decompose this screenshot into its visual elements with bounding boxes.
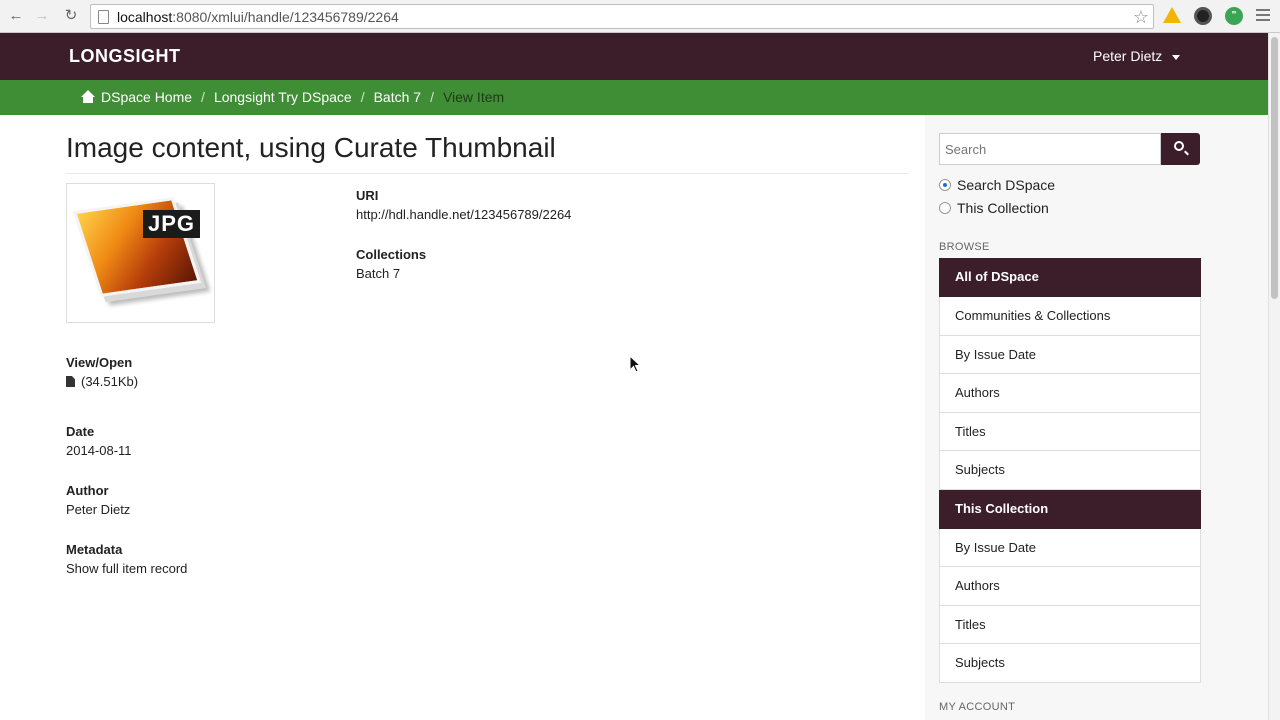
browse-authors[interactable]: Authors <box>939 374 1201 413</box>
full-record-link[interactable]: Show full item record <box>66 561 187 576</box>
view-open-label: View/Open <box>66 355 133 370</box>
browse-all-list: All of DSpace Communities & Collections … <box>939 258 1201 683</box>
my-account-heading: MY ACCOUNT <box>939 701 1016 713</box>
file-icon <box>66 376 75 387</box>
search-input[interactable] <box>939 133 1161 165</box>
collection-titles[interactable]: Titles <box>939 605 1201 644</box>
page-title: Image content, using Curate Thumbnail <box>66 132 556 163</box>
browse-communities-collections[interactable]: Communities & Collections <box>939 297 1201 336</box>
scope-search-dspace[interactable]: Search DSpace <box>939 177 1055 193</box>
hangouts-extension-icon[interactable]: " <box>1225 7 1243 25</box>
uri-label: URI <box>356 188 379 203</box>
browse-all-heading: All of DSpace <box>939 258 1201 297</box>
collection-authors[interactable]: Authors <box>939 567 1201 606</box>
search-button[interactable] <box>1161 133 1200 165</box>
url-host: localhost <box>117 9 173 25</box>
breadcrumb-current: View Item <box>442 89 505 105</box>
reload-icon[interactable]: ↻ <box>61 6 81 26</box>
page-icon <box>98 10 109 24</box>
breadcrumb-separator: / <box>201 89 205 105</box>
user-menu[interactable]: Peter Dietz <box>1093 48 1181 64</box>
author-label: Author <box>66 483 109 498</box>
url-path: :8080/xmlui/handle/123456789/2264 <box>172 9 399 25</box>
browse-heading: BROWSE <box>939 241 990 253</box>
page-scrollbar[interactable] <box>1268 33 1280 720</box>
collections-label: Collections <box>356 247 427 262</box>
scope-this-collection[interactable]: This Collection <box>939 200 1049 216</box>
scope-label: Search DSpace <box>957 177 1056 193</box>
back-arrow-icon[interactable]: ← <box>6 6 26 26</box>
collection-link[interactable]: Batch 7 <box>356 266 400 281</box>
date-value: 2014-08-11 <box>66 443 132 458</box>
camera-extension-icon[interactable] <box>1194 7 1212 25</box>
breadcrumb: DSpace Home / Longsight Try DSpace / Batch 7… <box>0 80 1268 115</box>
file-size: (34.51Kb) <box>81 374 139 389</box>
scope-label: This Collection <box>957 200 1049 216</box>
browser-menu-icon[interactable] <box>1256 9 1270 21</box>
browse-subjects[interactable]: Subjects <box>939 451 1201 490</box>
caret-down-icon <box>1172 54 1181 60</box>
uri-link[interactable]: http://hdl.handle.net/123456789/2264 <box>356 207 571 222</box>
breadcrumb-community[interactable]: Longsight Try DSpace <box>214 89 352 105</box>
radio-unchecked-icon[interactable] <box>939 202 951 214</box>
brand-logo[interactable]: LONGSIGHT <box>69 46 181 67</box>
thumbnail-format-label: JPG <box>143 210 201 238</box>
breadcrumb-collection[interactable]: Batch 7 <box>374 89 421 105</box>
file-download-link[interactable]: (34.51Kb) <box>66 374 138 389</box>
user-name: Peter Dietz <box>1093 48 1163 64</box>
breadcrumb-home[interactable]: DSpace Home <box>101 89 192 105</box>
scrollbar-thumb[interactable] <box>1271 37 1278 299</box>
breadcrumb-separator: / <box>360 89 365 105</box>
search-icon <box>1174 141 1184 151</box>
item-thumbnail[interactable]: JPG <box>66 183 215 323</box>
browse-collection-heading: This Collection <box>939 489 1201 529</box>
browse-by-issue-date[interactable]: By Issue Date <box>939 335 1201 374</box>
collection-subjects[interactable]: Subjects <box>939 644 1201 683</box>
url-text[interactable]: localhost:8080/xmlui/handle/123456789/22… <box>117 9 399 25</box>
site-header: LONGSIGHT Peter Dietz <box>0 33 1268 80</box>
breadcrumb-separator: / <box>430 89 434 105</box>
address-bar[interactable]: localhost:8080/xmlui/handle/123456789/22… <box>90 4 1154 29</box>
metadata-label: Metadata <box>66 542 123 557</box>
title-divider <box>66 173 908 174</box>
bookmark-star-icon[interactable]: ☆ <box>1133 7 1149 27</box>
home-icon <box>81 90 95 103</box>
forward-arrow-icon[interactable]: → <box>32 6 52 26</box>
browse-titles[interactable]: Titles <box>939 412 1201 451</box>
date-label: Date <box>66 424 95 439</box>
radio-checked-icon[interactable] <box>939 179 951 191</box>
drive-extension-icon[interactable] <box>1163 7 1181 23</box>
browser-toolbar: ← → ↻ localhost:8080/xmlui/handle/123456… <box>0 0 1280 33</box>
author-link[interactable]: Peter Dietz <box>66 502 130 517</box>
collection-by-issue-date[interactable]: By Issue Date <box>939 528 1201 567</box>
